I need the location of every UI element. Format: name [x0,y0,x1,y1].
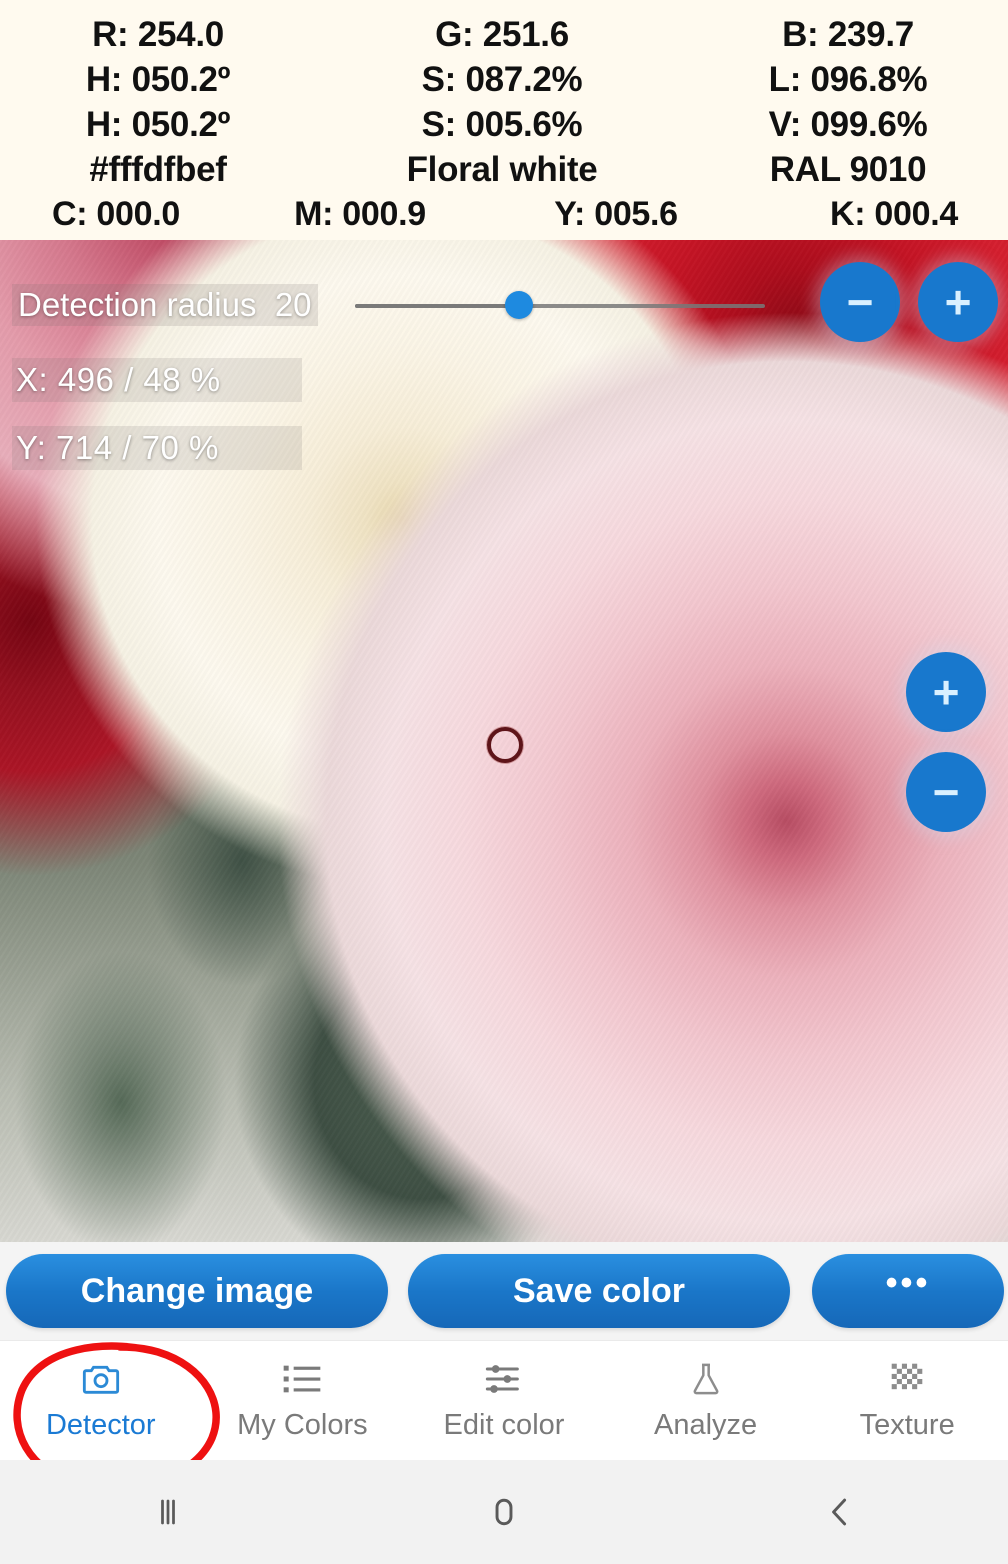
color-value-hsv-v: V: 099.6% [768,104,928,144]
color-value-hsl-l: L: 096.8% [768,59,928,99]
radius-decrease-button[interactable]: − [820,262,900,342]
detection-radius-value: 20 [274,286,312,323]
tab-detector[interactable]: Detector [0,1341,202,1461]
tab-label-my-colors: My Colors [237,1409,368,1441]
color-info-panel: R: 254.0 G: 251.6 B: 239.7 H: 050.2º S: … [0,0,1008,240]
tab-label-texture: Texture [859,1409,955,1441]
tab-analyze[interactable]: Analyze [605,1341,807,1461]
zoom-out-button[interactable]: − [906,752,986,832]
color-name-value: Floral white [406,149,598,189]
color-value-b: B: 239.7 [782,14,914,54]
home-icon[interactable] [336,1490,672,1534]
checkerboard-icon [887,1359,927,1399]
system-navigation-bar [0,1460,1008,1564]
sliders-icon [484,1359,524,1399]
detection-radius-label: Detection radius 20 [12,284,318,326]
bottom-tab-bar: Detector My Colors Edit color Analyze Te… [0,1340,1008,1460]
color-info-row-cmyk: C: 000.0 M: 000.9 Y: 005.6 K: 000.4 [0,192,1008,237]
app-root: R: 254.0 G: 251.6 B: 239.7 H: 050.2º S: … [0,0,1008,1564]
color-value-k: K: 000.4 [829,195,958,233]
tab-edit-color[interactable]: Edit color [403,1341,605,1461]
color-info-row-hsv: H: 050.2º S: 005.6% V: 099.6% [0,102,1008,147]
coordinate-readout: X: 496 / 48 % Y: 714 / 70 % [12,358,302,494]
image-preview-area[interactable]: Detection radius 20 − + X: 496 / 48 % Y:… [0,240,1008,1242]
zoom-in-button[interactable]: + [906,652,986,732]
color-value-hsv-s: S: 005.6% [421,104,583,144]
tab-texture[interactable]: Texture [806,1341,1008,1461]
color-value-g: G: 251.6 [435,14,569,54]
camera-icon [81,1359,121,1399]
color-value-hsl-h: H: 050.2º [85,59,231,99]
detection-radius-slider[interactable] [355,291,765,319]
slider-thumb[interactable] [505,291,533,319]
detection-radius-text: Detection radius [18,286,257,323]
tab-label-detector: Detector [45,1409,156,1441]
back-icon[interactable] [672,1490,1008,1534]
recents-icon[interactable] [0,1490,336,1534]
slider-fill [355,304,519,308]
color-value-hsv-h: H: 050.2º [85,104,231,144]
radius-increase-button[interactable]: + [918,262,998,342]
save-color-button[interactable]: Save color [408,1254,790,1328]
tab-label-analyze: Analyze [653,1409,758,1441]
color-info-row-names: #fffdfbef Floral white RAL 9010 [0,147,1008,192]
color-picker-target-ring[interactable] [487,727,523,763]
coordinate-x: X: 496 / 48 % [12,358,302,402]
color-value-hsl-s: S: 087.2% [421,59,583,99]
color-hex-value: #fffdfbef [89,149,227,189]
more-options-button[interactable]: ••• [812,1254,1004,1328]
change-image-button[interactable]: Change image [6,1254,388,1328]
color-info-row-hsl: H: 050.2º S: 087.2% L: 096.8% [0,57,1008,102]
color-value-c: C: 000.0 [51,195,180,233]
color-value-y: Y: 005.6 [554,195,678,233]
coordinate-y: Y: 714 / 70 % [12,426,302,470]
action-button-bar: Change image Save color ••• [0,1242,1008,1340]
flask-icon [686,1359,726,1399]
color-ral-value: RAL 9010 [769,149,927,189]
tab-label-edit-color: Edit color [443,1409,565,1441]
tab-my-colors[interactable]: My Colors [202,1341,404,1461]
list-icon [282,1359,322,1399]
color-info-row-rgb: R: 254.0 G: 251.6 B: 239.7 [0,12,1008,57]
color-value-r: R: 254.0 [92,14,224,54]
color-value-m: M: 000.9 [294,195,426,233]
